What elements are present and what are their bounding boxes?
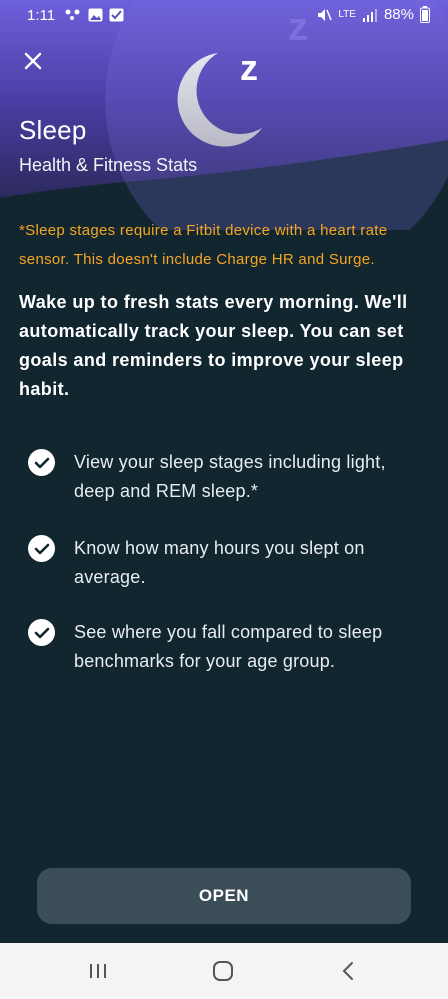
network-type: LTE bbox=[338, 9, 356, 20]
feature-item: Know how many hours you slept on average… bbox=[28, 534, 428, 592]
back-icon bbox=[342, 962, 353, 980]
device-notice: *Sleep stages require a Fitbit device wi… bbox=[19, 222, 388, 268]
recent-apps-icon bbox=[90, 964, 106, 978]
feature-item: See where you fall compared to sleep ben… bbox=[28, 618, 428, 676]
home-icon bbox=[213, 961, 233, 981]
feature-text: Know how many hours you slept on average… bbox=[74, 538, 365, 587]
header-banner: z z 1:11 LTE 88% Sleep Health & Fitness … bbox=[0, 0, 448, 230]
page-subtitle: Health & Fitness Stats bbox=[19, 155, 198, 175]
close-button[interactable] bbox=[18, 46, 48, 76]
checkmark-icon bbox=[28, 619, 55, 646]
checkmark-icon bbox=[28, 535, 55, 562]
status-bar: 1:11 LTE 88% bbox=[0, 0, 448, 32]
close-icon bbox=[24, 52, 42, 70]
svg-text:z: z bbox=[240, 47, 258, 88]
intro-text: Wake up to fresh stats every morning. We… bbox=[19, 292, 408, 399]
open-button[interactable]: OPEN bbox=[37, 868, 411, 924]
battery-level: 88% bbox=[383, 6, 414, 23]
status-right: LTE 88% bbox=[316, 6, 430, 23]
mute-icon bbox=[318, 8, 333, 21]
checkmark-icon bbox=[28, 449, 55, 476]
system-nav-bar bbox=[0, 943, 448, 999]
gallery-icon bbox=[88, 8, 103, 22]
back-button[interactable] bbox=[328, 957, 368, 985]
checkbox-icon bbox=[109, 8, 124, 22]
signal-icon bbox=[362, 8, 377, 22]
battery-icon bbox=[420, 6, 430, 23]
status-time: 1:11 bbox=[27, 7, 56, 24]
feature-item: View your sleep stages including light, … bbox=[28, 448, 428, 506]
feature-text: View your sleep stages including light, … bbox=[74, 452, 386, 501]
notification-icons bbox=[64, 8, 124, 22]
home-button[interactable] bbox=[203, 957, 243, 985]
feature-text: See where you fall compared to sleep ben… bbox=[74, 622, 383, 671]
page-title: Sleep bbox=[19, 115, 87, 145]
voicemail-icon bbox=[65, 9, 80, 20]
recent-apps-button[interactable] bbox=[78, 957, 118, 985]
